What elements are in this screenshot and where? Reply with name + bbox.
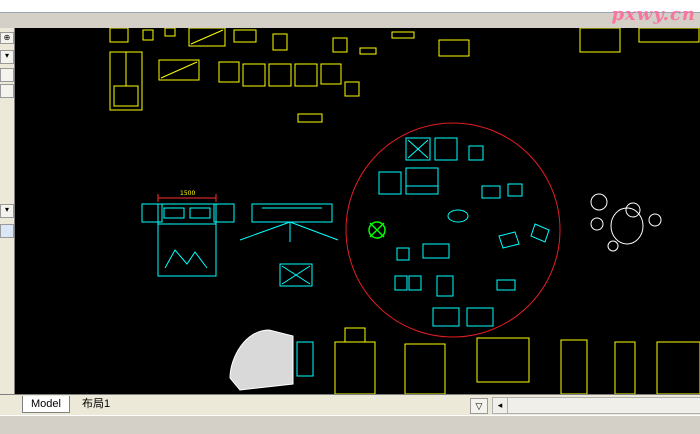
title-bar: [0, 0, 700, 13]
selection-circle: [345, 122, 561, 338]
panel-button[interactable]: [0, 84, 14, 98]
dimension-label: 1500: [180, 190, 195, 197]
cad-drawing: 1500: [109, 28, 700, 394]
piano-block: [229, 329, 314, 391]
tab-model[interactable]: Model: [22, 396, 70, 413]
panel-button[interactable]: [0, 68, 14, 82]
dropdown-arrow-icon[interactable]: ▾: [0, 50, 14, 64]
chair-elevations: [334, 327, 700, 394]
rock-cluster: [590, 193, 662, 252]
tab-nav-button[interactable]: ▽: [470, 398, 488, 414]
layout-tab-bar: Model 布局1 ▽ ◂: [0, 394, 700, 415]
tab-layout1[interactable]: 布局1: [74, 396, 118, 412]
panel-button[interactable]: [0, 224, 14, 238]
appliance-blocks: [109, 28, 700, 123]
plant-symbol: [368, 221, 386, 239]
scroll-left-arrow-icon[interactable]: ◂: [493, 398, 508, 413]
left-toolbar: ⊕ ▾ ▾: [0, 28, 15, 410]
dropdown-arrow-icon[interactable]: ▾: [0, 204, 14, 218]
bedroom-set: [141, 203, 339, 287]
horizontal-scrollbar[interactable]: ◂: [492, 397, 700, 414]
watermark: pxwy.cn: [611, 4, 696, 25]
pin-icon[interactable]: ⊕: [0, 32, 14, 44]
status-bar: [0, 415, 700, 434]
drawing-canvas[interactable]: 1500: [15, 28, 700, 394]
circle-blocks: [378, 137, 550, 327]
